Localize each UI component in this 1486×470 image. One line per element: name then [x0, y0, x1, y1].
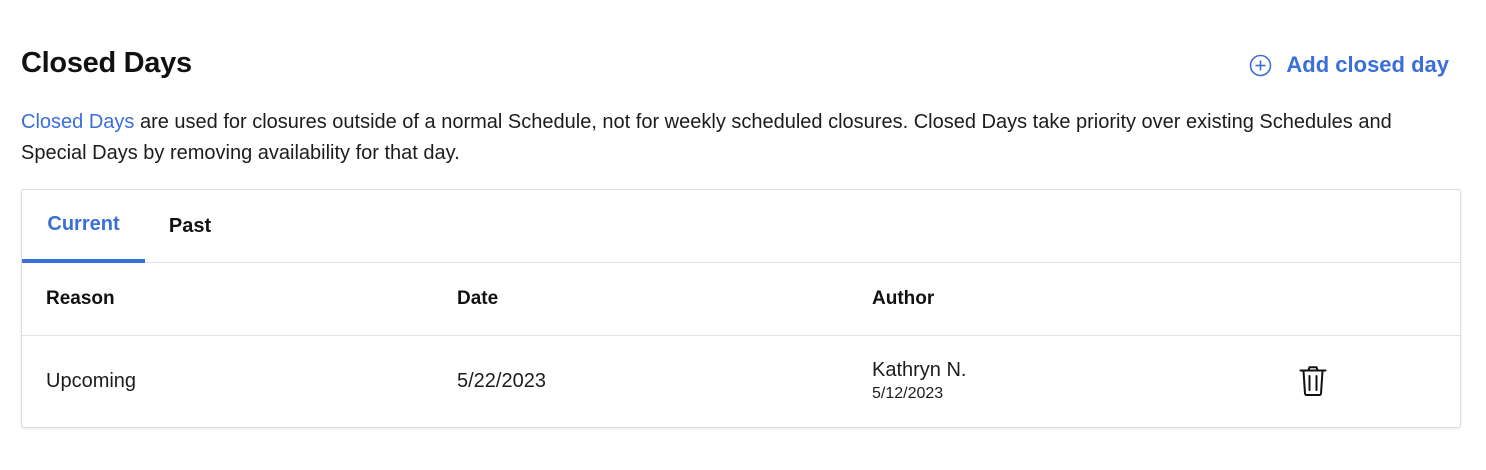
reason-cell: Upcoming [46, 369, 137, 392]
trash-icon[interactable] [1298, 365, 1328, 397]
column-header-reason: Reason [46, 288, 115, 309]
closed-days-link[interactable]: Closed Days [21, 111, 134, 133]
author-date: 5/12/2023 [872, 385, 944, 402]
column-header-author: Author [872, 288, 935, 309]
author-cell: Kathryn N. 5/12/2023 [872, 336, 966, 426]
description: Closed Days are used for closures outsid… [21, 107, 1461, 169]
plus-circle-icon [1249, 54, 1272, 77]
closed-days-card: Current Past Reason Date Author Upcoming… [21, 189, 1461, 428]
column-header-date: Date [457, 288, 499, 309]
tab-current[interactable]: Current [22, 190, 145, 263]
author-name: Kathryn N. [872, 359, 967, 381]
add-closed-day-label: Add closed day [1286, 52, 1449, 77]
add-closed-day-button[interactable]: Add closed day [1249, 52, 1449, 78]
tab-bar: Current Past [22, 190, 1460, 263]
tab-past[interactable]: Past [167, 190, 213, 262]
page-title: Closed Days [21, 47, 192, 79]
table-row: Upcoming 5/22/2023 Kathryn N. 5/12/2023 [22, 336, 1460, 426]
table-header: Reason Date Author [22, 263, 1460, 336]
description-text: are used for closures outside of a norma… [21, 111, 1392, 164]
date-cell: 5/22/2023 [457, 369, 546, 392]
